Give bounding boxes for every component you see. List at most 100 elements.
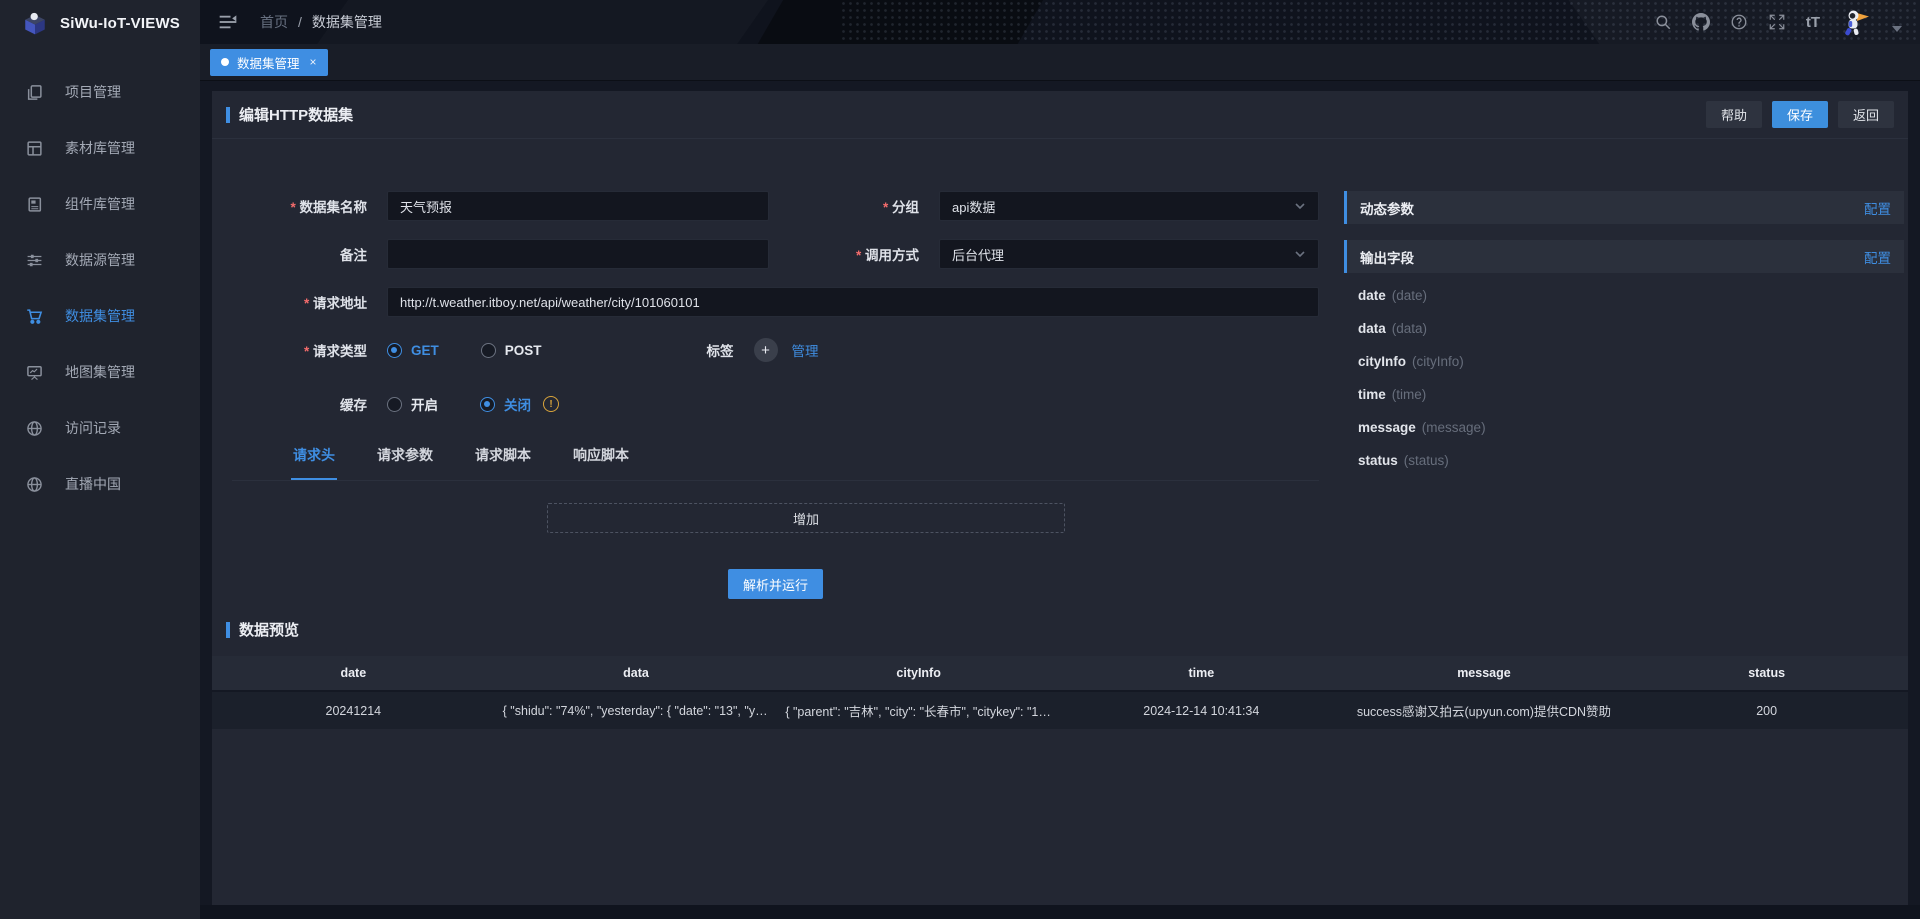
app-logo[interactable]: SiWu-IoT-VIEWS: [0, 0, 200, 46]
request-type-post-radio[interactable]: POST: [481, 343, 542, 358]
radio-label: POST: [505, 343, 542, 358]
caret-down-icon[interactable]: [1892, 26, 1902, 32]
help-icon[interactable]: [1730, 13, 1748, 31]
call-method-label: 调用方式: [769, 244, 919, 264]
add-tag-button[interactable]: +: [754, 338, 778, 362]
manage-tags-link[interactable]: 管理: [792, 340, 819, 360]
list-item: cityInfo(cityInfo): [1358, 345, 1904, 378]
data-preview-section: 数据预览 date data cityInfo time message sta…: [212, 619, 1908, 729]
sidebar-item-material-library[interactable]: 素材库管理: [0, 120, 200, 176]
field-name: data: [1358, 321, 1386, 336]
remark-input[interactable]: [387, 239, 769, 269]
sidebar-item-map-library[interactable]: 地图集管理: [0, 344, 200, 400]
sidebar-item-label: 组件库管理: [65, 194, 135, 214]
table-header-row: date data cityInfo time message status: [212, 656, 1908, 691]
field-type: (message): [1422, 420, 1486, 435]
output-fields-title: 输出字段: [1360, 247, 1864, 267]
request-url-input[interactable]: [387, 287, 1319, 317]
sidebar-item-label: 数据源管理: [65, 250, 135, 270]
tab-active-dot: [221, 58, 229, 66]
collapse-sidebar-icon[interactable]: [218, 12, 238, 32]
column-header: time: [1060, 656, 1343, 691]
font-size-icon[interactable]: tT: [1806, 14, 1820, 31]
title-accent-bar: [226, 107, 230, 123]
sidebar-item-datasource[interactable]: 数据源管理: [0, 232, 200, 288]
sidebar-item-project[interactable]: 项目管理: [0, 64, 200, 120]
app-title: SiWu-IoT-VIEWS: [60, 15, 180, 32]
sidebar-item-live-china[interactable]: 直播中国: [0, 456, 200, 512]
editor-panel: 编辑HTTP数据集 帮助 保存 返回 数据集名称 分组: [212, 91, 1908, 905]
field-name: time: [1358, 387, 1386, 402]
tab-request-params[interactable]: 请求参数: [375, 445, 435, 480]
sidebar-item-label: 素材库管理: [65, 138, 135, 158]
cell-message: success感谢又拍云(upyun.com)提供CDN赞助: [1343, 691, 1626, 729]
call-method-select[interactable]: 后台代理: [939, 239, 1319, 269]
column-header: data: [495, 656, 778, 691]
sidebar-item-label: 直播中国: [65, 474, 121, 494]
field-name: cityInfo: [1358, 354, 1406, 369]
bottom-bar: [200, 905, 1920, 919]
cell-time: 2024-12-14 10:41:34: [1060, 691, 1343, 729]
radio-label: 开启: [411, 394, 438, 414]
tab-close-icon[interactable]: ×: [310, 55, 317, 69]
sidebar-item-access-log[interactable]: 访问记录: [0, 400, 200, 456]
breadcrumb-separator: /: [298, 14, 302, 30]
parse-and-run-button[interactable]: 解析并运行: [728, 569, 823, 599]
globe-icon: [26, 420, 43, 437]
field-type: (status): [1404, 453, 1449, 468]
request-config-tabs: 请求头 请求参数 请求脚本 响应脚本: [232, 445, 1319, 481]
request-url-label: 请求地址: [232, 292, 367, 312]
sidebar-item-label: 地图集管理: [65, 362, 135, 382]
dataset-cart-icon: [26, 308, 43, 325]
sidebar-item-label: 项目管理: [65, 82, 121, 102]
page-title: 编辑HTTP数据集: [239, 104, 353, 125]
radio-dot: [480, 397, 495, 412]
tab-response-script[interactable]: 响应脚本: [571, 445, 631, 480]
tab-request-script[interactable]: 请求脚本: [473, 445, 533, 480]
tab-dataset-management[interactable]: 数据集管理 ×: [210, 49, 328, 76]
cache-label: 缓存: [232, 394, 367, 414]
group-select[interactable]: api数据: [939, 191, 1319, 221]
fullscreen-icon[interactable]: [1768, 13, 1786, 31]
form-row: 备注 调用方式 后台代理: [232, 239, 1319, 269]
radio-dot: [481, 343, 496, 358]
tags-field: 标签 + 管理: [584, 338, 1319, 362]
output-fields-config-link[interactable]: 配置: [1864, 247, 1891, 267]
sidebar-item-label: 访问记录: [65, 418, 121, 438]
editor-header: 编辑HTTP数据集 帮助 保存 返回: [212, 91, 1908, 139]
cache-info-icon[interactable]: !: [543, 396, 559, 412]
breadcrumb-current: 数据集管理: [312, 12, 382, 32]
field-name: message: [1358, 420, 1416, 435]
call-method-field: 调用方式 后台代理: [769, 239, 1319, 269]
topbar-actions: tT: [1654, 6, 1902, 38]
dataset-name-input[interactable]: [387, 191, 769, 221]
breadcrumb-home[interactable]: 首页: [260, 12, 288, 32]
component-library-icon: [26, 196, 43, 213]
preview-table: date data cityInfo time message status 2…: [212, 656, 1908, 729]
dynamic-params-config-link[interactable]: 配置: [1864, 198, 1891, 218]
output-fields-header: 输出字段 配置: [1344, 240, 1904, 273]
globe-icon: [26, 476, 43, 493]
table-row: 20241214 { "shidu": "74%", "yesterday": …: [212, 691, 1908, 729]
map-library-icon: [26, 364, 43, 381]
datasource-icon: [26, 252, 43, 269]
radio-dot: [387, 397, 402, 412]
search-icon[interactable]: [1654, 13, 1672, 31]
column-header: date: [212, 656, 495, 691]
save-button[interactable]: 保存: [1772, 101, 1828, 128]
github-icon[interactable]: [1692, 13, 1710, 31]
request-type-get-radio[interactable]: GET: [387, 343, 439, 358]
radio-label: 关闭: [504, 394, 531, 414]
tab-request-headers[interactable]: 请求头: [291, 445, 337, 480]
radio-label: GET: [411, 343, 439, 358]
column-header: status: [1625, 656, 1908, 691]
sidebar-item-dataset[interactable]: 数据集管理: [0, 288, 200, 344]
cache-on-radio[interactable]: 开启: [387, 394, 438, 414]
back-button[interactable]: 返回: [1838, 101, 1894, 128]
help-button[interactable]: 帮助: [1706, 101, 1762, 128]
add-header-button[interactable]: 增加: [547, 503, 1065, 533]
topbar: 首页 / 数据集管理 tT: [200, 0, 1920, 44]
sidebar-item-component-library[interactable]: 组件库管理: [0, 176, 200, 232]
user-avatar[interactable]: [1840, 6, 1872, 38]
cache-off-radio[interactable]: 关闭: [480, 394, 531, 414]
